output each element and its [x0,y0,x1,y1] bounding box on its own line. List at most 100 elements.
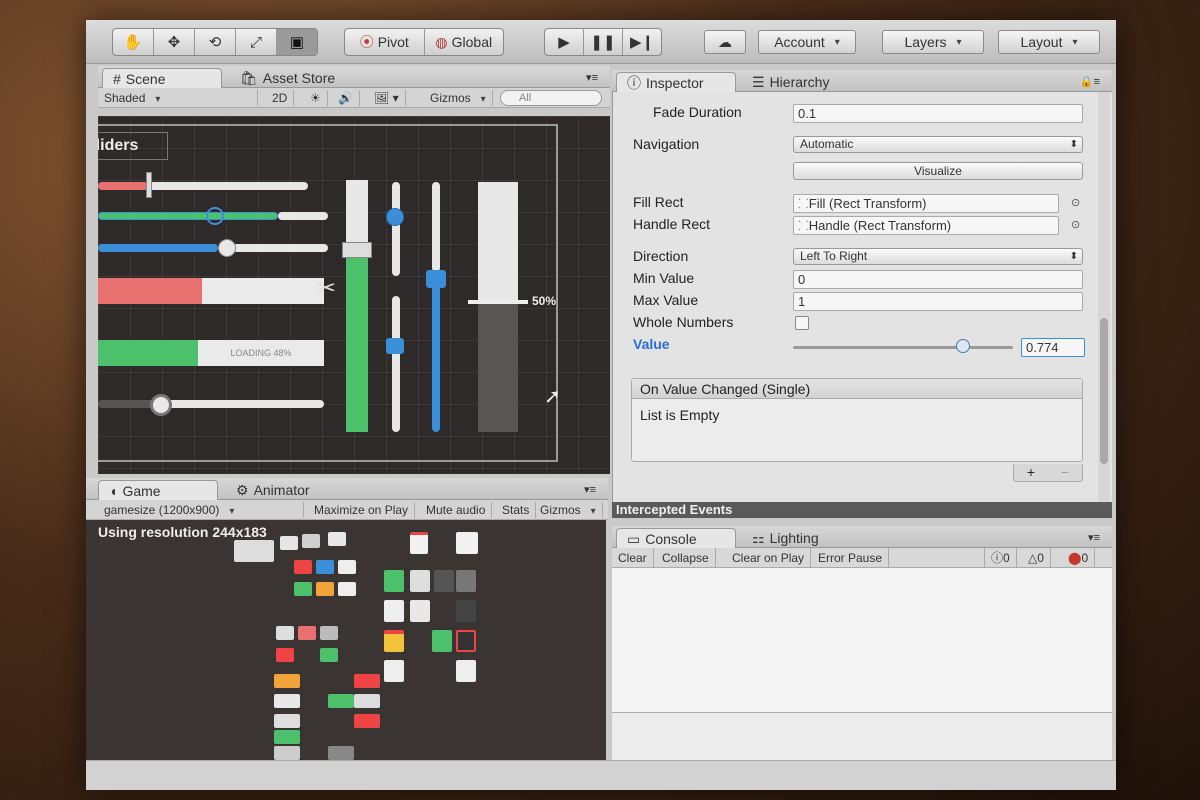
vslider-white-handle[interactable] [468,300,528,304]
scene-view[interactable]: Sliders ✂ LOADING 48% 50% [98,116,610,474]
global-button[interactable]: ◍ Global [425,29,504,55]
console-clear-button[interactable]: Clear [612,548,654,568]
lighting-toggle-icon[interactable]: ☀ [304,90,328,106]
console-warning-filter[interactable]: △0 [1022,548,1051,568]
scene-controlbar: Shaded 2D ☀ 🔊 🖼 ▾ Gizmos All [98,88,610,108]
scene-panel-header: #Scene 🛍Asset Store ▾≡ Shaded 2D ☀ 🔊 🖼 ▾… [98,66,610,116]
object-picker-icon[interactable]: ⊙ [1071,218,1080,231]
maximize-on-play-toggle[interactable]: Maximize on Play [308,502,416,518]
console-error-pause-toggle[interactable]: Error Pause [812,548,890,568]
step-button[interactable]: ▶❙ [623,29,661,55]
layers-dropdown[interactable]: Layers [882,30,984,54]
min-value-field[interactable]: 0 [793,270,1083,289]
thumbnail [294,560,312,574]
tab-game[interactable]: ◖ Game [98,480,218,500]
hand-icon[interactable]: ✋ [113,29,154,55]
2d-toggle[interactable]: 2D [266,90,295,106]
panel-menu-icon[interactable]: ▾≡ [576,68,608,88]
shading-mode-dropdown[interactable]: Shaded [98,90,258,106]
globe-icon: ◍ [435,33,448,50]
vslider-green-handle[interactable] [342,242,372,258]
thumbnail [456,660,476,682]
vslider-a-handle[interactable] [386,208,404,226]
console-collapse-button[interactable]: Collapse [656,548,716,568]
console-error-filter[interactable]: ⬤0 [1062,548,1096,568]
progress-loading-label: LOADING 48% [198,340,324,366]
scale-icon[interactable]: ⤢ [236,29,277,55]
pause-button[interactable]: ❚❚ [584,29,623,55]
slider-blue-handle[interactable] [218,239,236,257]
fade-duration-field[interactable]: 0.1 [793,104,1083,123]
play-button[interactable]: ▶ [545,29,584,55]
tab-hierarchy[interactable]: ☰ Hierarchy [742,72,839,92]
max-value-field[interactable]: 1 [793,292,1083,311]
cloud-button[interactable]: ☁ [704,30,746,54]
value-slider-handle[interactable] [956,339,971,353]
stats-toggle[interactable]: Stats [496,502,537,518]
progress-red-fill [98,278,202,304]
move-icon[interactable]: ✥ [154,29,195,55]
remove-event-button[interactable]: − [1061,464,1069,481]
main-toolbar: ✋ ✥ ⟲ ⤢ ▣ ⦿ Pivot ◍ Global ▶ ❚❚ ▶❙ ☁ Accou… [86,20,1116,64]
game-gizmos-dropdown[interactable]: Gizmos [534,502,603,518]
list-icon: ☰ [752,74,765,90]
slider-green-handle[interactable] [206,207,224,225]
tab-inspector[interactable]: ⓘ Inspector [616,72,736,92]
lock-icon[interactable]: 🔒≡ [1070,72,1110,92]
layout-dropdown[interactable]: Layout [998,30,1100,54]
inspector-panel: Fade Duration 0.1 Navigation Automatic V… [612,92,1112,504]
rect-icon[interactable]: ▣ [277,29,317,55]
tab-asset-store[interactable]: 🛍 Asset Store [230,68,345,88]
console-panel-menu-icon[interactable]: ▾≡ [1078,528,1110,548]
tab-lighting[interactable]: ⚏ Lighting [742,528,829,548]
thumbnail [328,532,346,546]
console-clear-on-play-toggle[interactable]: Clear on Play [726,548,812,568]
navigation-dropdown[interactable]: Automatic [793,136,1083,153]
vslider-blue-handle[interactable] [426,270,446,288]
add-event-button[interactable]: + [1027,464,1035,481]
fill-rect-label: Fill Rect [633,194,684,210]
effects-dropdown-icon[interactable]: 🖼 ▾ [368,90,406,106]
inspector-scrollbar-thumb[interactable] [1100,318,1108,464]
value-field[interactable]: 0.774 [1021,338,1085,357]
rotate-icon[interactable]: ⟲ [195,29,236,55]
thumbnail [274,694,300,708]
inspector-scrollbar[interactable] [1098,92,1110,504]
thumbnail [294,582,312,596]
scene-search-input[interactable]: All [500,90,602,106]
gizmos-dropdown[interactable]: Gizmos [424,90,493,106]
game-view[interactable]: Using resolution 244x183 [86,520,606,760]
account-dropdown[interactable]: Account [758,30,856,54]
tab-console[interactable]: ▭ Console [616,528,736,548]
visualize-button[interactable]: Visualize [793,162,1083,180]
slider-gray-handle[interactable] [150,394,172,416]
audio-toggle-icon[interactable]: 🔊 [332,90,360,106]
rect-transform-icon: ⸬ [798,196,809,211]
cloud-icon: ☁ [718,33,732,50]
handle-rect-field[interactable]: ⸬Handle (Rect Transform) [793,216,1059,235]
whole-numbers-checkbox[interactable] [795,316,809,330]
tab-animator[interactable]: ⚙ Animator [226,480,320,500]
slider-gray-track [158,400,324,408]
pivot-button[interactable]: ⦿ Pivot [345,29,425,55]
slider-red-handle[interactable] [146,172,152,198]
tab-scene[interactable]: # Scene [102,68,222,88]
thumbnail [298,626,316,640]
console-info-filter[interactable]: ⓘ0 [984,548,1017,568]
console-log-area[interactable] [612,568,1112,712]
animator-icon: ⚙ [236,482,249,498]
mute-audio-toggle[interactable]: Mute audio [420,502,493,518]
slider-red-track [148,182,308,190]
object-picker-icon[interactable]: ⊙ [1071,196,1080,209]
resolution-dropdown[interactable]: gamesize (1200x900) [98,502,304,518]
fill-rect-field[interactable]: ⸬Fill (Rect Transform) [793,194,1059,213]
vslider-b-handle[interactable] [386,338,404,354]
vslider-blue-fill [432,272,440,432]
thumbnail [328,694,354,708]
direction-dropdown[interactable]: Left To Right [793,248,1083,265]
lighting-icon: ⚏ [752,530,765,546]
game-panel-menu-icon[interactable]: ▾≡ [574,480,606,500]
value-slider-track[interactable] [793,346,1013,349]
thumbnail [234,540,274,562]
thumbnail [276,648,294,662]
